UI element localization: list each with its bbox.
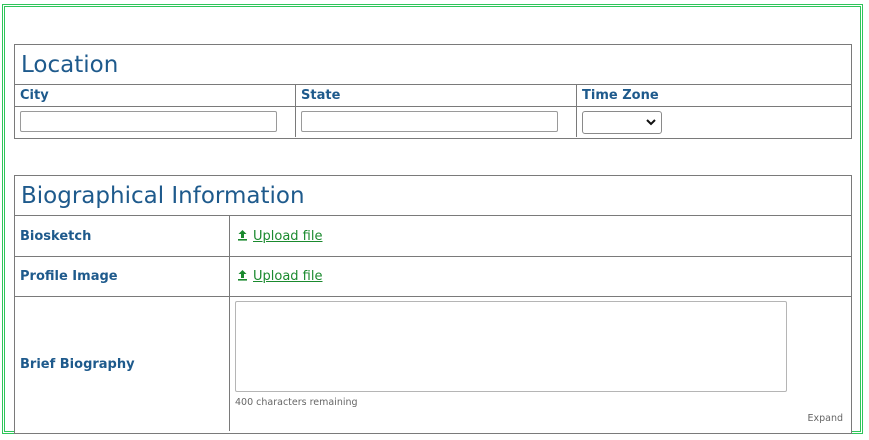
profile-image-value: Upload file: [230, 257, 851, 296]
form-frame: Location City State Time Zone Biographic…: [2, 4, 863, 434]
location-section: Location City State Time Zone: [14, 44, 852, 139]
timezone-column: Time Zone: [577, 85, 851, 137]
state-cell: [296, 107, 576, 137]
brief-biography-row: Brief Biography 400 characters remaining…: [15, 297, 851, 431]
upload-icon: [237, 269, 248, 284]
biosketch-value: Upload file: [230, 216, 851, 256]
chevron-down-icon: [646, 114, 656, 132]
state-input[interactable]: [301, 111, 558, 132]
characters-remaining: 400 characters remaining: [235, 397, 358, 408]
upload-file-label[interactable]: Upload file: [253, 229, 322, 244]
upload-icon: [237, 229, 248, 244]
brief-biography-textarea[interactable]: [235, 301, 787, 392]
expand-link[interactable]: Expand: [807, 413, 843, 424]
bio-title: Biographical Information: [15, 176, 851, 216]
biosketch-upload-link[interactable]: Upload file: [237, 229, 322, 244]
city-input[interactable]: [20, 111, 277, 132]
city-cell: [15, 107, 295, 137]
state-label: State: [296, 85, 576, 107]
profile-image-upload-link[interactable]: Upload file: [237, 269, 322, 284]
location-title: Location: [15, 45, 851, 85]
biosketch-row: Biosketch Upload file: [15, 216, 851, 257]
state-column: State: [296, 85, 577, 137]
timezone-cell: [577, 107, 851, 137]
brief-biography-value: 400 characters remaining Expand: [230, 297, 851, 431]
biosketch-label: Biosketch: [15, 216, 230, 256]
city-column: City: [15, 85, 296, 137]
upload-file-label[interactable]: Upload file: [253, 269, 322, 284]
bio-section: Biographical Information Biosketch Uploa…: [14, 175, 852, 434]
city-label: City: [15, 85, 295, 107]
location-grid: City State Time Zone: [15, 85, 851, 137]
profile-image-row: Profile Image Upload file: [15, 257, 851, 297]
timezone-label: Time Zone: [577, 85, 851, 107]
brief-biography-label: Brief Biography: [15, 297, 230, 431]
profile-image-label: Profile Image: [15, 257, 230, 296]
timezone-select[interactable]: [582, 111, 662, 134]
